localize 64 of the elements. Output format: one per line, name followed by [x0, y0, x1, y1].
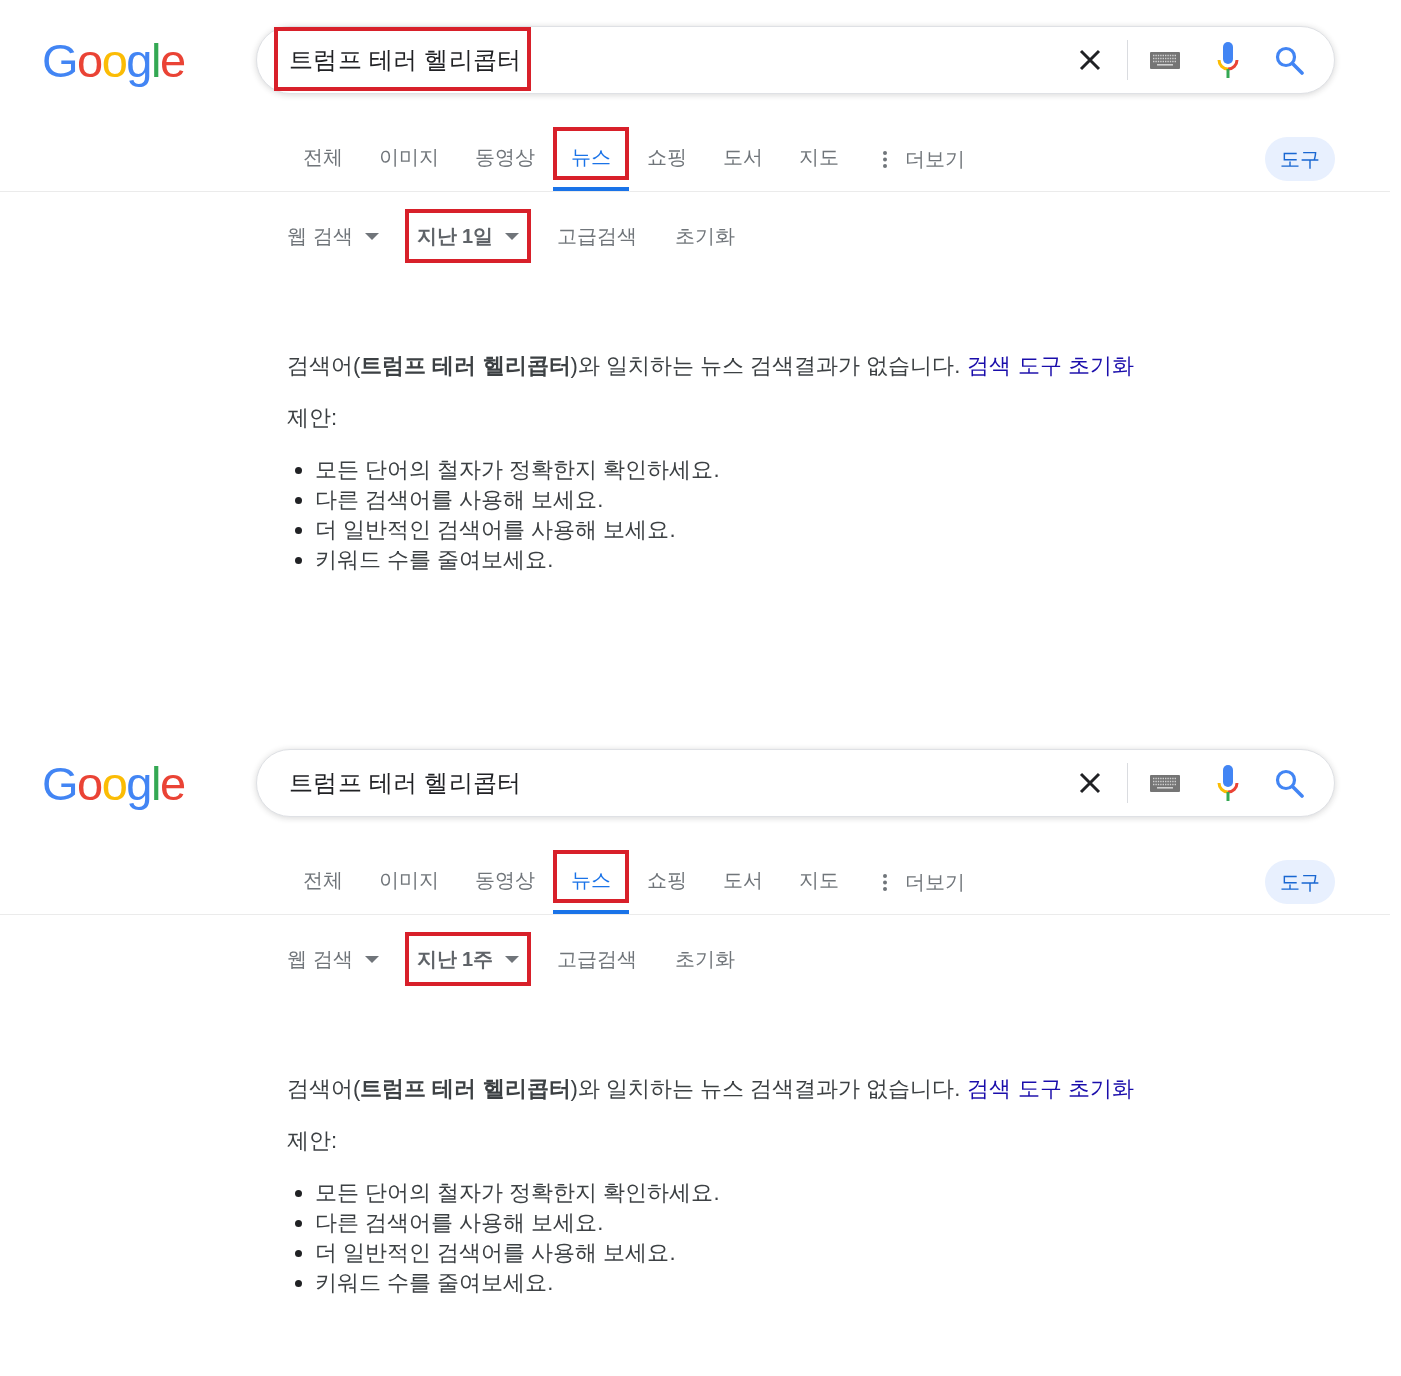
reset-tools-link[interactable]: 검색 도구 초기화: [967, 353, 1134, 378]
tools-button[interactable]: 도구: [1265, 137, 1335, 181]
dropdown-arrow-icon: [364, 232, 379, 240]
bullet-icon: [295, 1219, 302, 1227]
bullet-icon: [295, 466, 302, 474]
filter-dropdown[interactable]: 지난 1일: [404, 209, 532, 263]
bullet-icon: [295, 1249, 302, 1257]
tab[interactable]: 쇼핑: [629, 127, 705, 191]
dropdown-arrow-icon: [364, 955, 379, 963]
filter-dropdown[interactable]: 지난 1주: [404, 932, 532, 986]
vertical-dots-icon: [883, 150, 887, 168]
filter-link[interactable]: 고급검색: [545, 932, 650, 986]
tab[interactable]: 지도: [781, 127, 857, 191]
tab[interactable]: 지도: [781, 850, 857, 914]
tab[interactable]: 동영상: [457, 127, 553, 191]
suggestion-text: 다른 검색어를 사용해 보세요.: [315, 486, 604, 514]
tab[interactable]: 이미지: [361, 850, 457, 914]
suggestion-text: 키워드 수를 줄여보세요.: [315, 1269, 554, 1297]
suggestion-text: 키워드 수를 줄여보세요.: [315, 546, 554, 574]
bullet-icon: [295, 1189, 302, 1197]
tab[interactable]: 쇼핑: [629, 850, 705, 914]
keyboard-icon[interactable]: [1150, 51, 1180, 69]
filter-dropdown[interactable]: 웹 검색: [275, 932, 391, 986]
dropdown-arrow-icon: [505, 955, 520, 963]
reset-tools-link[interactable]: 검색 도구 초기화: [967, 1076, 1134, 1101]
suggestion-text: 더 일반적인 검색어를 사용해 보세요.: [315, 1239, 676, 1267]
search-icon[interactable]: [1274, 768, 1304, 798]
no-results-message: 검색어(트럼프 테러 헬리콥터)와 일치하는 뉴스 검색결과가 없습니다. 검색 도구 초기화: [287, 1075, 1135, 1103]
suggestion-text: 모든 단어의 철자가 정확한지 확인하세요.: [315, 456, 720, 484]
search-icon[interactable]: [1274, 45, 1304, 75]
suggestion-text: 더 일반적인 검색어를 사용해 보세요.: [315, 516, 676, 544]
bullet-icon: [295, 1279, 302, 1287]
microphone-icon[interactable]: [1217, 765, 1239, 801]
bullet-icon: [295, 496, 302, 504]
close-icon[interactable]: [1078, 771, 1102, 795]
vertical-dots-icon: [883, 873, 887, 891]
suggestion-text: 다른 검색어를 사용해 보세요.: [315, 1209, 604, 1237]
search-field[interactable]: 트럼프 테러 헬리콥터: [256, 26, 1335, 94]
tab[interactable]: 이미지: [361, 127, 457, 191]
tab[interactable]: 전체: [285, 127, 361, 191]
tab[interactable]: 뉴스: [553, 850, 629, 914]
keyboard-icon[interactable]: [1150, 774, 1180, 792]
no-results-message: 검색어(트럼프 테러 헬리콥터)와 일치하는 뉴스 검색결과가 없습니다. 검색 도구 초기화: [287, 352, 1135, 380]
search-field[interactable]: 트럼프 테러 헬리콥터: [256, 749, 1335, 817]
close-icon[interactable]: [1078, 48, 1102, 72]
suggestions-label: 제안:: [287, 404, 338, 432]
tab[interactable]: 전체: [285, 850, 361, 914]
tab[interactable]: 뉴스: [553, 127, 629, 191]
bullet-icon: [295, 556, 302, 564]
tab[interactable]: 도서: [705, 127, 781, 191]
filter-dropdown[interactable]: 웹 검색: [275, 209, 391, 263]
tab[interactable]: 동영상: [457, 850, 553, 914]
suggestion-text: 모든 단어의 철자가 정확한지 확인하세요.: [315, 1179, 720, 1207]
filter-link[interactable]: 고급검색: [545, 209, 650, 263]
suggestions-label: 제안:: [287, 1127, 338, 1155]
filter-link[interactable]: 초기화: [663, 209, 748, 263]
microphone-icon[interactable]: [1217, 42, 1239, 78]
dropdown-arrow-icon: [505, 232, 520, 240]
more-menu[interactable]: 더보기: [883, 127, 965, 191]
tab[interactable]: 도서: [705, 850, 781, 914]
filter-link[interactable]: 초기화: [663, 932, 748, 986]
more-menu[interactable]: 더보기: [883, 850, 965, 914]
bullet-icon: [295, 526, 302, 534]
tools-button[interactable]: 도구: [1265, 860, 1335, 904]
